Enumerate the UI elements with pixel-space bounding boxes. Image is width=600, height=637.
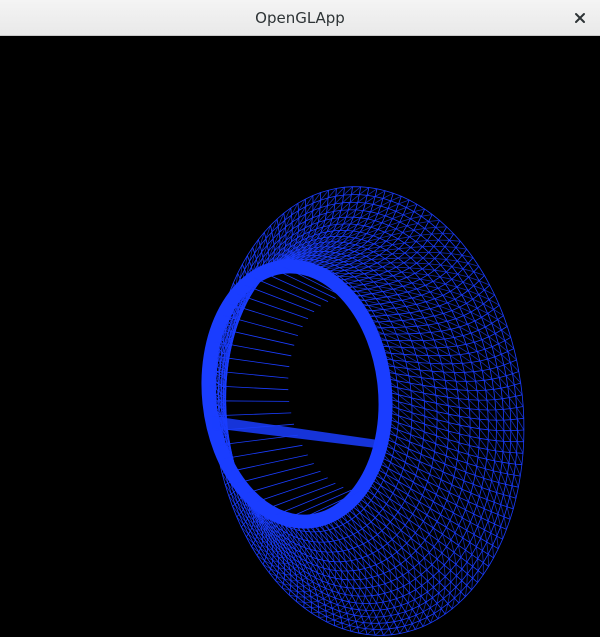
mesh-diagonal: [375, 461, 503, 540]
mesh-meridian: [382, 437, 519, 488]
inner-wall-line: [230, 454, 308, 472]
window-title: OpenGLApp: [255, 9, 345, 27]
mesh-meridian: [366, 284, 490, 323]
inner-wall-line: [246, 470, 321, 494]
title-bar[interactable]: OpenGLApp: [0, 0, 600, 36]
inner-wall-line: [238, 463, 314, 484]
inner-band: [212, 416, 378, 448]
mesh-ring: [211, 186, 525, 636]
mesh-meridian: [363, 275, 485, 318]
mesh-meridian: [384, 417, 524, 454]
mesh-meridian: [359, 266, 480, 313]
close-button[interactable]: [570, 8, 590, 28]
close-icon: [575, 13, 585, 23]
mesh-diagonal: [371, 309, 504, 342]
wireframe-mesh: [201, 186, 525, 636]
inner-wall-line: [236, 293, 309, 320]
app-window: OpenGLApp: [0, 0, 600, 637]
opengl-viewport[interactable]: [0, 36, 600, 637]
inner-wall-line: [224, 444, 303, 459]
mesh-lines: [208, 186, 525, 636]
mesh-meridian: [373, 315, 504, 342]
